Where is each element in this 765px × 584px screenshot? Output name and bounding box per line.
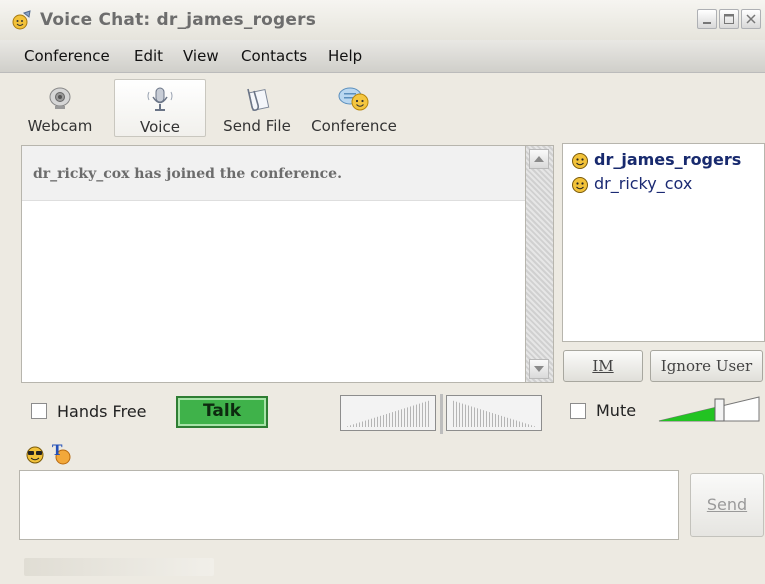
im-button-label: IM bbox=[592, 357, 614, 375]
system-message: dr_ricky_cox has joined the conference. bbox=[22, 146, 525, 201]
maximize-button[interactable] bbox=[719, 9, 739, 29]
send-button[interactable]: Send bbox=[690, 473, 764, 537]
mic-level-bars-icon bbox=[345, 400, 431, 427]
im-button[interactable]: IM bbox=[563, 350, 643, 382]
scroll-down-button[interactable] bbox=[529, 359, 549, 379]
app-icon bbox=[12, 10, 31, 30]
smiley-icon bbox=[572, 153, 588, 169]
menu-contacts[interactable]: Contacts bbox=[241, 47, 307, 65]
participant-name: dr_james_rogers bbox=[594, 150, 742, 169]
webcam-button[interactable]: Webcam bbox=[24, 79, 96, 137]
ignore-user-label: Ignore User bbox=[660, 357, 753, 375]
conference-icon bbox=[338, 87, 369, 111]
toolbar: Webcam Voice Send File Conference bbox=[0, 73, 765, 143]
webcam-label: Webcam bbox=[27, 117, 93, 135]
status-bar bbox=[0, 548, 765, 584]
scroll-down-arrow-icon bbox=[534, 366, 544, 372]
participants-list: dr_james_rogers dr_ricky_cox bbox=[562, 143, 765, 342]
conference-button[interactable]: Conference bbox=[306, 79, 402, 137]
mute-label: Mute bbox=[596, 401, 637, 420]
speaker-level-meter bbox=[446, 395, 542, 431]
conference-label: Conference bbox=[311, 117, 397, 135]
voice-label: Voice bbox=[140, 118, 180, 136]
chat-log: dr_ricky_cox has joined the conference. bbox=[21, 145, 526, 383]
maximize-icon bbox=[724, 14, 734, 24]
system-message-text: dr_ricky_cox has joined the conference. bbox=[33, 166, 342, 182]
volume-slider-track bbox=[658, 396, 760, 422]
scroll-up-arrow-icon bbox=[534, 156, 544, 162]
send-file-button[interactable]: Send File bbox=[218, 79, 296, 137]
hands-free-checkbox[interactable] bbox=[31, 403, 47, 419]
formatting-bar: T bbox=[25, 442, 85, 466]
microphone-icon bbox=[147, 87, 173, 111]
hands-free-label: Hands Free bbox=[57, 402, 147, 421]
svg-text:T: T bbox=[52, 443, 63, 459]
talk-button-label: Talk bbox=[202, 401, 241, 421]
smiley-icon bbox=[572, 177, 588, 193]
text-format-icon[interactable]: T bbox=[52, 443, 71, 465]
close-button[interactable] bbox=[741, 9, 761, 29]
webcam-icon bbox=[49, 87, 71, 109]
title-bar: Voice Chat: dr_james_rogers bbox=[0, 0, 765, 40]
voice-button[interactable]: Voice bbox=[114, 79, 206, 137]
microphone-level-meter bbox=[340, 395, 436, 431]
window-title: Voice Chat: dr_james_rogers bbox=[40, 10, 317, 30]
speaker-level-bars-icon bbox=[451, 400, 537, 427]
send-file-label: Send File bbox=[223, 117, 291, 135]
ignore-user-button[interactable]: Ignore User bbox=[650, 350, 763, 382]
chat-scrollbar[interactable] bbox=[526, 145, 554, 383]
volume-slider-thumb[interactable] bbox=[714, 398, 725, 422]
talk-button[interactable]: Talk bbox=[176, 396, 268, 428]
menu-edit[interactable]: Edit bbox=[134, 47, 163, 65]
minimize-icon bbox=[703, 22, 711, 24]
menu-view[interactable]: View bbox=[183, 47, 219, 65]
menu-bar: Conference Edit View Contacts Help bbox=[0, 40, 765, 73]
menu-help[interactable]: Help bbox=[328, 47, 362, 65]
send-button-label: Send bbox=[706, 495, 748, 514]
minimize-button[interactable] bbox=[697, 9, 717, 29]
close-icon bbox=[746, 14, 756, 24]
participant-name: dr_ricky_cox bbox=[594, 174, 693, 193]
menu-conference[interactable]: Conference bbox=[24, 47, 110, 65]
message-input[interactable] bbox=[19, 470, 679, 540]
voice-chat-window: Voice Chat: dr_james_rogers Conference E… bbox=[0, 0, 765, 584]
emoticon-icon[interactable] bbox=[26, 446, 44, 464]
scroll-up-button[interactable] bbox=[529, 149, 549, 169]
status-bar-panel bbox=[24, 558, 214, 576]
meter-separator bbox=[440, 394, 443, 434]
volume-slider[interactable] bbox=[657, 395, 761, 423]
mute-checkbox[interactable] bbox=[570, 403, 586, 419]
send-file-icon bbox=[247, 88, 270, 112]
